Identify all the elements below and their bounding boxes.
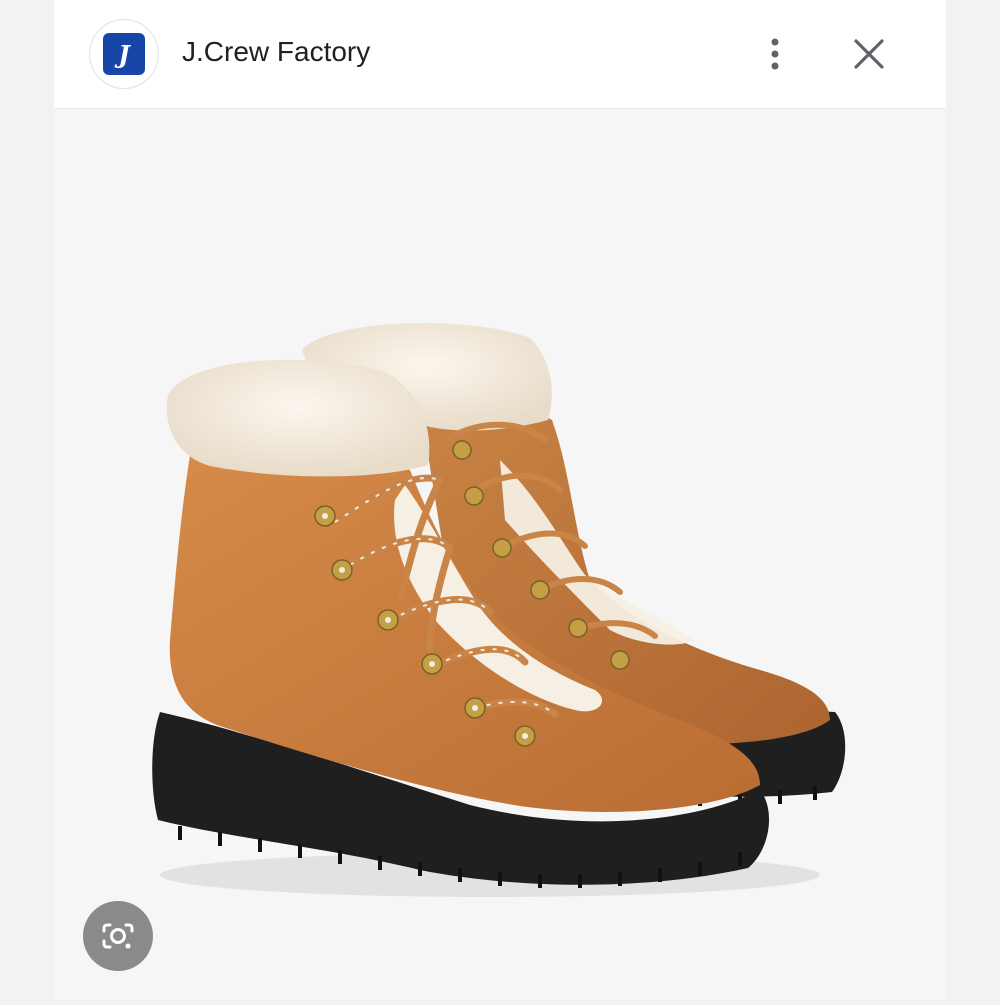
boots-icon: [152, 322, 846, 897]
result-header: J J.Crew Factory: [54, 0, 946, 109]
lens-icon: [102, 923, 134, 949]
close-button[interactable]: [842, 24, 896, 84]
site-logo[interactable]: J: [90, 20, 158, 88]
more-options-button[interactable]: [748, 24, 802, 84]
product-image[interactable]: [54, 109, 946, 1000]
jcrew-logo-icon: J: [103, 33, 145, 75]
more-vert-icon: [771, 38, 779, 70]
close-icon: [854, 39, 884, 69]
site-title[interactable]: J.Crew Factory: [182, 36, 370, 68]
google-lens-button[interactable]: [83, 901, 153, 971]
logo-letter: J: [118, 39, 130, 69]
